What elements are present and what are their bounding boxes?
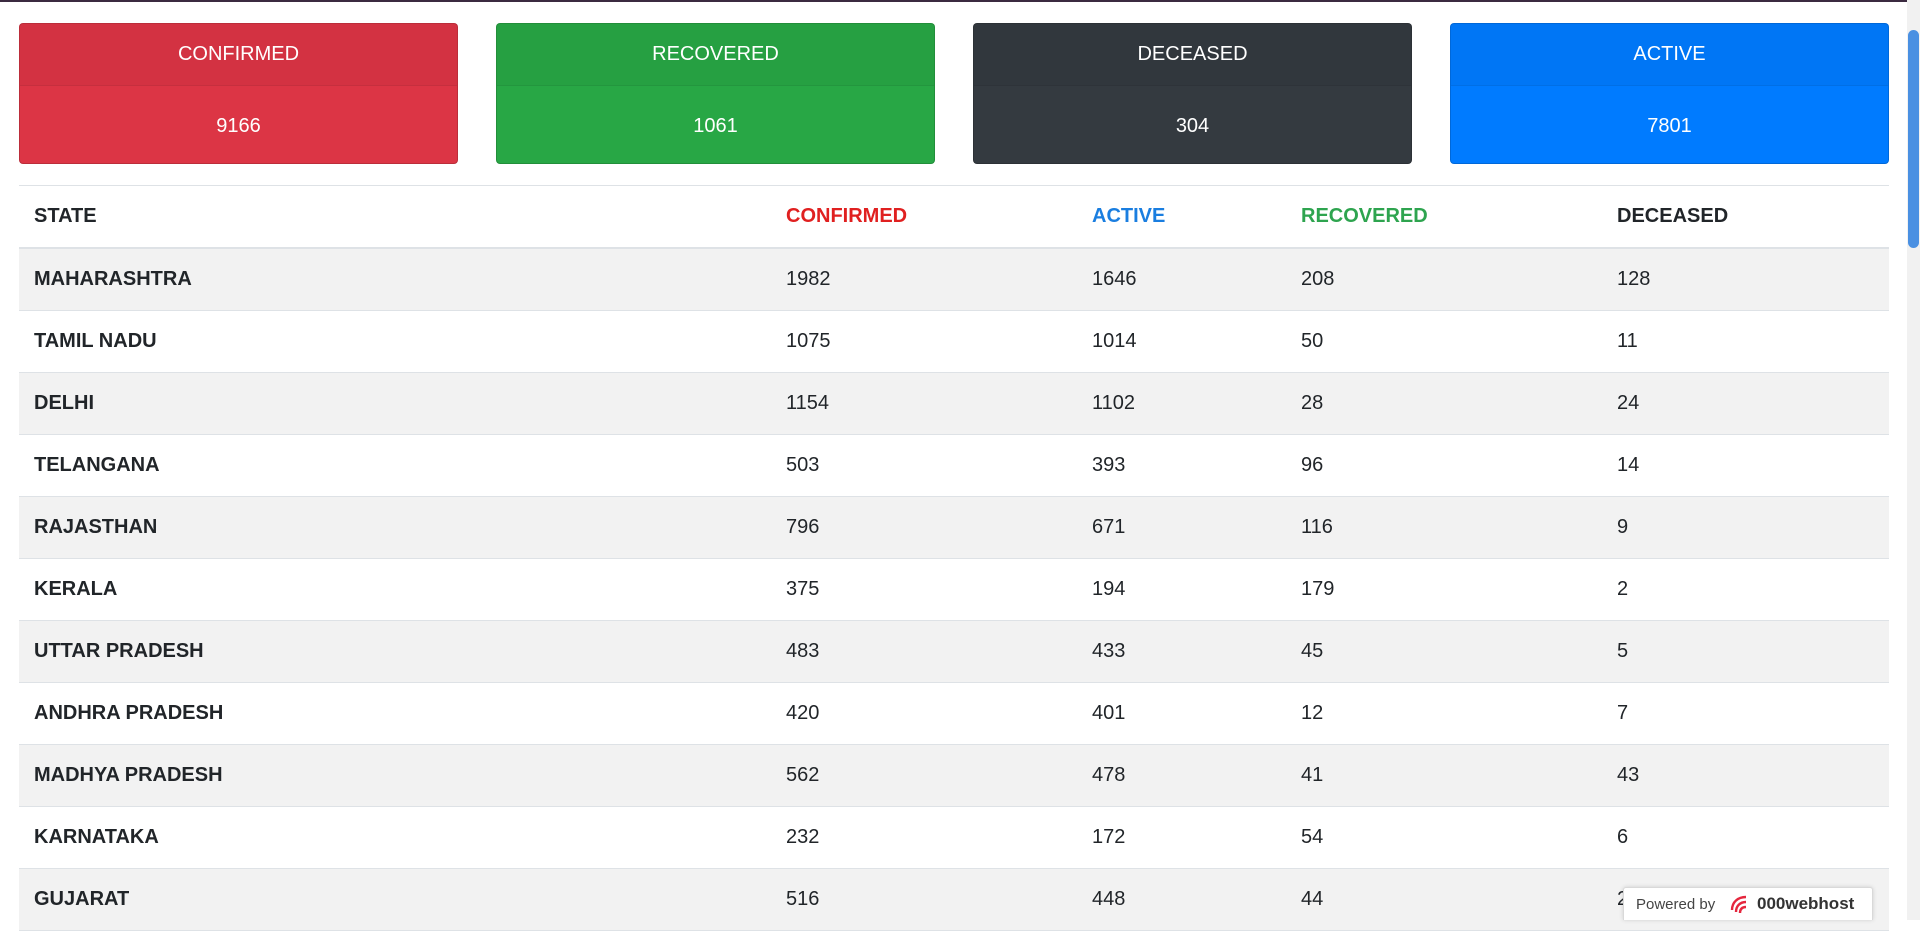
cell-deceased: 7 [1617, 702, 1629, 724]
cell-confirmed: 483 [786, 640, 820, 662]
cell-active: 1102 [1092, 392, 1136, 414]
confirmed-card-label: CONFIRMED [20, 24, 457, 86]
cell-deceased: 9 [1617, 516, 1629, 538]
cell-active: 448 [1092, 888, 1126, 910]
table-row: TELANGANA 503 393 96 14 [19, 435, 1889, 497]
brand-name: 000webhost [1757, 894, 1855, 913]
cell-deceased: 24 [1617, 392, 1640, 414]
cell-state: GUJARAT [34, 888, 130, 910]
cell-state: KERALA [34, 578, 118, 600]
recovered-card-label: RECOVERED [497, 24, 934, 86]
deceased-card: DECEASED 304 [973, 23, 1412, 164]
cell-active: 1014 [1092, 330, 1137, 352]
column-header-confirmed[interactable]: CONFIRMED [786, 186, 907, 246]
cell-confirmed: 420 [786, 702, 820, 724]
cell-state: TAMIL NADU [34, 330, 157, 352]
table-row: MADHYA PRADESH 562 478 41 43 [19, 745, 1889, 807]
recovered-card: RECOVERED 1061 [496, 23, 935, 164]
cell-deceased: 5 [1617, 640, 1629, 662]
cell-confirmed: 516 [786, 888, 820, 910]
cell-active: 671 [1092, 516, 1126, 538]
table-row: GUJARAT5164484424 [19, 869, 1889, 931]
top-border [0, 0, 1920, 2]
table-row: DELHI 1154 1102 28 24 [19, 373, 1889, 435]
cell-active: 478 [1092, 764, 1126, 786]
column-header-active[interactable]: ACTIVE [1092, 186, 1165, 246]
cell-active: 401 [1092, 702, 1126, 724]
recovered-card-value: 1061 [693, 115, 738, 137]
cell-active: 1646 [1092, 268, 1137, 290]
table-row: ANDHRA PRADESH 420 401 12 7 [19, 683, 1889, 745]
confirmed-card-value: 9166 [216, 115, 261, 137]
summary-cards: CONFIRMED 9166 RECOVERED 1061 DECEASED 3… [19, 23, 1889, 164]
cell-active: 172 [1092, 826, 1126, 848]
cell-confirmed: 562 [786, 764, 820, 786]
cell-deceased: 43 [1617, 764, 1640, 786]
scrollbar-thumb[interactable] [1908, 30, 1919, 248]
cell-state: MAHARASHTRA [34, 268, 192, 290]
cell-active: 433 [1092, 640, 1126, 662]
active-card-value: 7801 [1647, 115, 1692, 137]
cell-recovered: 28 [1301, 392, 1324, 414]
powered-by-text: Powered by [1636, 896, 1716, 913]
cell-deceased: 11 [1617, 330, 1638, 352]
cell-recovered: 208 [1301, 268, 1335, 290]
000webhost-logo-icon [1730, 895, 1747, 914]
table-row: KERALA 375 194 179 2 [19, 559, 1889, 621]
cell-active: 393 [1092, 454, 1126, 476]
cell-active: 194 [1092, 578, 1126, 600]
cell-deceased: 2 [1617, 578, 1629, 600]
cell-confirmed: 375 [786, 578, 820, 600]
cell-state: UTTAR PRADESH [34, 640, 204, 662]
cell-confirmed: 1154 [786, 392, 830, 414]
cell-deceased: 6 [1617, 826, 1629, 848]
cell-recovered: 54 [1301, 826, 1324, 848]
table-row: MAHARASHTRA 1982 1646 208 128 [19, 249, 1889, 311]
deceased-card-label: DECEASED [974, 24, 1411, 86]
table-row: RAJASTHAN 796 671 116 9 [19, 497, 1889, 559]
cell-deceased: 128 [1617, 268, 1651, 290]
cell-state: RAJASTHAN [34, 516, 158, 538]
active-card-label: ACTIVE [1451, 24, 1888, 86]
cell-state: KARNATAKA [34, 826, 159, 848]
deceased-card-value: 304 [1175, 115, 1210, 137]
cell-recovered: 179 [1301, 578, 1335, 600]
cell-recovered: 50 [1301, 330, 1324, 352]
cell-recovered: 12 [1301, 702, 1324, 724]
cell-state: DELHI [34, 392, 94, 414]
table-body: MAHARASHTRA 1982 1646 208 128 TAMIL NADU 1075 1… [19, 249, 1889, 931]
column-header-recovered[interactable]: RECOVERED [1301, 186, 1428, 246]
column-header-deceased[interactable]: DECEASED [1617, 186, 1728, 246]
cell-confirmed: 1075 [786, 330, 831, 352]
state-table: STATE CONFIRMED ACTIVE RECOVERED DECEASE… [19, 185, 1889, 931]
powered-by-badge[interactable]: Powered by 000webhost [1623, 887, 1873, 920]
cell-state: ANDHRA PRADESH [34, 702, 224, 724]
confirmed-card: CONFIRMED 9166 [19, 23, 458, 164]
active-card: ACTIVE 7801 [1450, 23, 1889, 164]
table-row: TAMIL NADU 1075 1014 50 11 [19, 311, 1889, 373]
cell-recovered: 44 [1301, 888, 1324, 910]
cell-confirmed: 1982 [786, 268, 831, 290]
table-header-row: STATE CONFIRMED ACTIVE RECOVERED DECEASE… [19, 186, 1889, 249]
cell-state: MADHYA PRADESH [34, 764, 223, 786]
cell-state: TELANGANA [34, 454, 160, 476]
cell-deceased: 14 [1617, 454, 1640, 476]
table-row: UTTAR PRADESH 483 433 45 5 [19, 621, 1889, 683]
cell-recovered: 41 [1301, 764, 1324, 786]
cell-confirmed: 232 [786, 826, 820, 848]
cell-recovered: 45 [1301, 640, 1324, 662]
cell-recovered: 116 [1301, 516, 1333, 538]
cell-confirmed: 503 [786, 454, 820, 476]
cell-recovered: 96 [1301, 454, 1324, 476]
column-header-state[interactable]: STATE [34, 186, 97, 246]
cell-confirmed: 796 [786, 516, 820, 538]
table-row: KARNATAKA 232 172 54 6 [19, 807, 1889, 869]
